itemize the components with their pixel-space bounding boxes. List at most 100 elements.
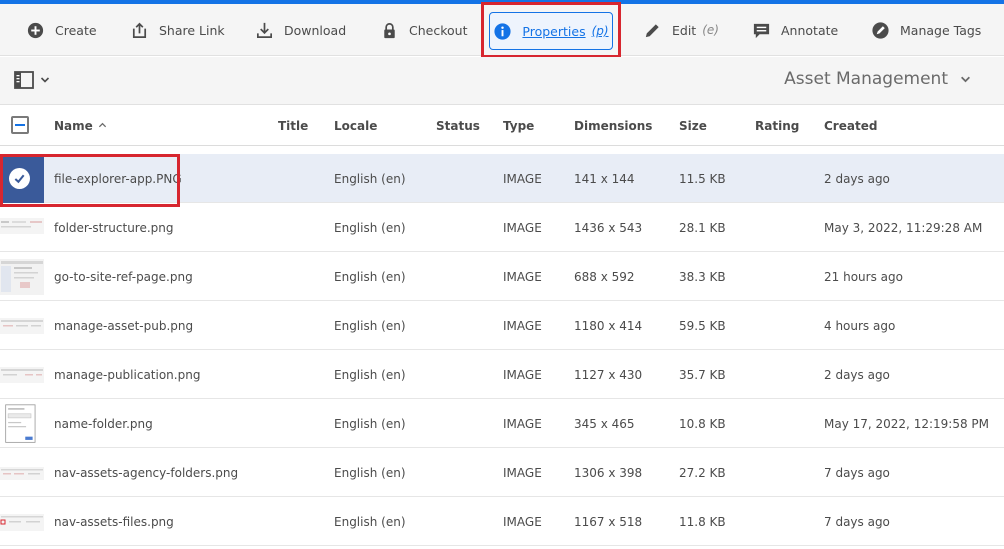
properties-button[interactable]: Properties (p) (489, 12, 613, 50)
image-thumbnail-icon (0, 259, 44, 295)
select-all-checkbox[interactable] (11, 116, 29, 134)
cell-locale: English (en) (334, 367, 406, 382)
column-header-rating[interactable]: Rating (755, 105, 799, 146)
cell-size: 35.7 KB (679, 367, 726, 382)
table-row[interactable]: name-folder.png English (en) IMAGE 345 x… (0, 399, 1004, 448)
thumbnail[interactable] (0, 355, 44, 395)
cell-locale: English (en) (334, 269, 406, 284)
image-thumbnail-icon (0, 218, 44, 234)
cell-dimensions: 141 x 144 (574, 171, 635, 186)
table-row[interactable]: file-explorer-app.PNG English (en) IMAGE… (0, 154, 1004, 203)
manage-tags-label: Manage Tags (900, 22, 982, 38)
manage-tags-button[interactable]: Manage Tags (871, 4, 981, 56)
pencil-icon (645, 23, 659, 37)
table-row[interactable]: manage-publication.png English (en) IMAG… (0, 350, 1004, 399)
info-icon (494, 22, 511, 40)
cell-locale: English (en) (334, 171, 406, 186)
create-label: Create (55, 22, 97, 38)
cell-locale: English (en) (334, 465, 406, 480)
cell-created: 7 days ago (824, 514, 890, 529)
cell-name[interactable]: nav-assets-agency-folders.png (54, 448, 238, 497)
view-bar: Asset Management (0, 57, 1004, 105)
cell-type: IMAGE (503, 416, 542, 431)
cell-size: 59.5 KB (679, 318, 726, 333)
selected-check-icon (9, 168, 30, 189)
lock-icon (384, 22, 395, 38)
download-button[interactable]: Download (255, 4, 346, 56)
cell-size: 11.5 KB (679, 171, 726, 186)
create-button[interactable]: Create (26, 4, 97, 56)
cell-name[interactable]: folder-structure.png (54, 203, 174, 252)
thumbnail-selected[interactable] (0, 154, 44, 203)
cell-name[interactable]: nav-assets-files.png (54, 497, 174, 546)
cell-dimensions: 345 x 465 (574, 416, 635, 431)
cell-size: 28.1 KB (679, 220, 726, 235)
sort-ascending-icon (98, 122, 106, 128)
tag-icon (872, 21, 889, 39)
cell-type: IMAGE (503, 220, 542, 235)
table-row[interactable]: nav-assets-agency-folders.png English (e… (0, 448, 1004, 497)
cell-name[interactable]: manage-publication.png (54, 350, 200, 399)
download-icon (256, 22, 273, 38)
column-header-title[interactable]: Title (278, 105, 308, 146)
column-header-size[interactable]: Size (679, 105, 707, 146)
cell-type: IMAGE (503, 269, 542, 284)
table-row[interactable]: manage-asset-pub.png English (en) IMAGE … (0, 301, 1004, 350)
image-thumbnail-icon (0, 367, 44, 383)
cell-created: 2 days ago (824, 171, 890, 186)
share-link-button[interactable]: Share Link (130, 4, 225, 56)
table-row[interactable]: go-to-site-ref-page.png English (en) IMA… (0, 252, 1004, 301)
image-thumbnail-icon (0, 514, 44, 531)
cell-type: IMAGE (503, 514, 542, 529)
edit-label: Edit (672, 22, 697, 38)
cell-created: 4 hours ago (824, 318, 896, 333)
thumbnail[interactable] (0, 404, 44, 444)
cell-type: IMAGE (503, 318, 542, 333)
thumbnail[interactable] (0, 502, 44, 542)
thumbnail[interactable] (0, 453, 44, 493)
image-thumbnail-icon (5, 404, 36, 443)
cell-name[interactable]: manage-asset-pub.png (54, 301, 193, 350)
column-header-type[interactable]: Type (503, 105, 534, 146)
annotate-button[interactable]: Annotate (752, 4, 838, 56)
image-thumbnail-icon (0, 318, 44, 334)
context-switcher[interactable]: Asset Management (784, 69, 971, 89)
cell-type: IMAGE (503, 171, 542, 186)
cell-name[interactable]: file-explorer-app.PNG (54, 154, 182, 203)
cell-locale: English (en) (334, 514, 406, 529)
chevron-down-icon (961, 76, 970, 82)
thumbnail[interactable] (0, 257, 44, 297)
context-title: Asset Management (784, 69, 948, 89)
column-header-locale[interactable]: Locale (334, 105, 377, 146)
column-header-status[interactable]: Status (436, 105, 480, 146)
cell-created: 21 hours ago (824, 269, 903, 284)
column-header-dimensions[interactable]: Dimensions (574, 105, 652, 146)
properties-shortcut: (p) (591, 24, 609, 38)
checkout-button[interactable]: Checkout (380, 4, 467, 56)
cell-name[interactable]: go-to-site-ref-page.png (54, 252, 193, 301)
image-thumbnail-icon (0, 467, 44, 480)
thumbnail[interactable] (0, 208, 44, 248)
cell-created: 2 days ago (824, 367, 890, 382)
rail-toggle-button[interactable] (14, 71, 50, 89)
share-link-label: Share Link (159, 22, 225, 38)
cell-name[interactable]: name-folder.png (54, 399, 153, 448)
table-row[interactable]: nav-assets-files.png English (en) IMAGE … (0, 497, 1004, 546)
column-header-created[interactable]: Created (824, 105, 877, 146)
cell-dimensions: 1180 x 414 (574, 318, 643, 333)
cell-locale: English (en) (334, 318, 406, 333)
download-label: Download (284, 22, 347, 38)
cell-size: 11.8 KB (679, 514, 726, 529)
cell-size: 27.2 KB (679, 465, 726, 480)
cell-created: May 17, 2022, 12:19:58 PM (824, 416, 989, 431)
cell-dimensions: 1436 x 543 (574, 220, 643, 235)
edit-shortcut: (e) (702, 23, 719, 37)
cell-dimensions: 1127 x 430 (574, 367, 643, 382)
column-header-name[interactable]: Name (54, 105, 107, 146)
cell-created: May 3, 2022, 11:29:28 AM (824, 220, 983, 235)
add-circle-icon (27, 22, 44, 38)
thumbnail[interactable] (0, 306, 44, 346)
table-row[interactable]: folder-structure.png English (en) IMAGE … (0, 203, 1004, 252)
cell-created: 7 days ago (824, 465, 890, 480)
edit-button[interactable]: Edit (e) (643, 4, 719, 56)
